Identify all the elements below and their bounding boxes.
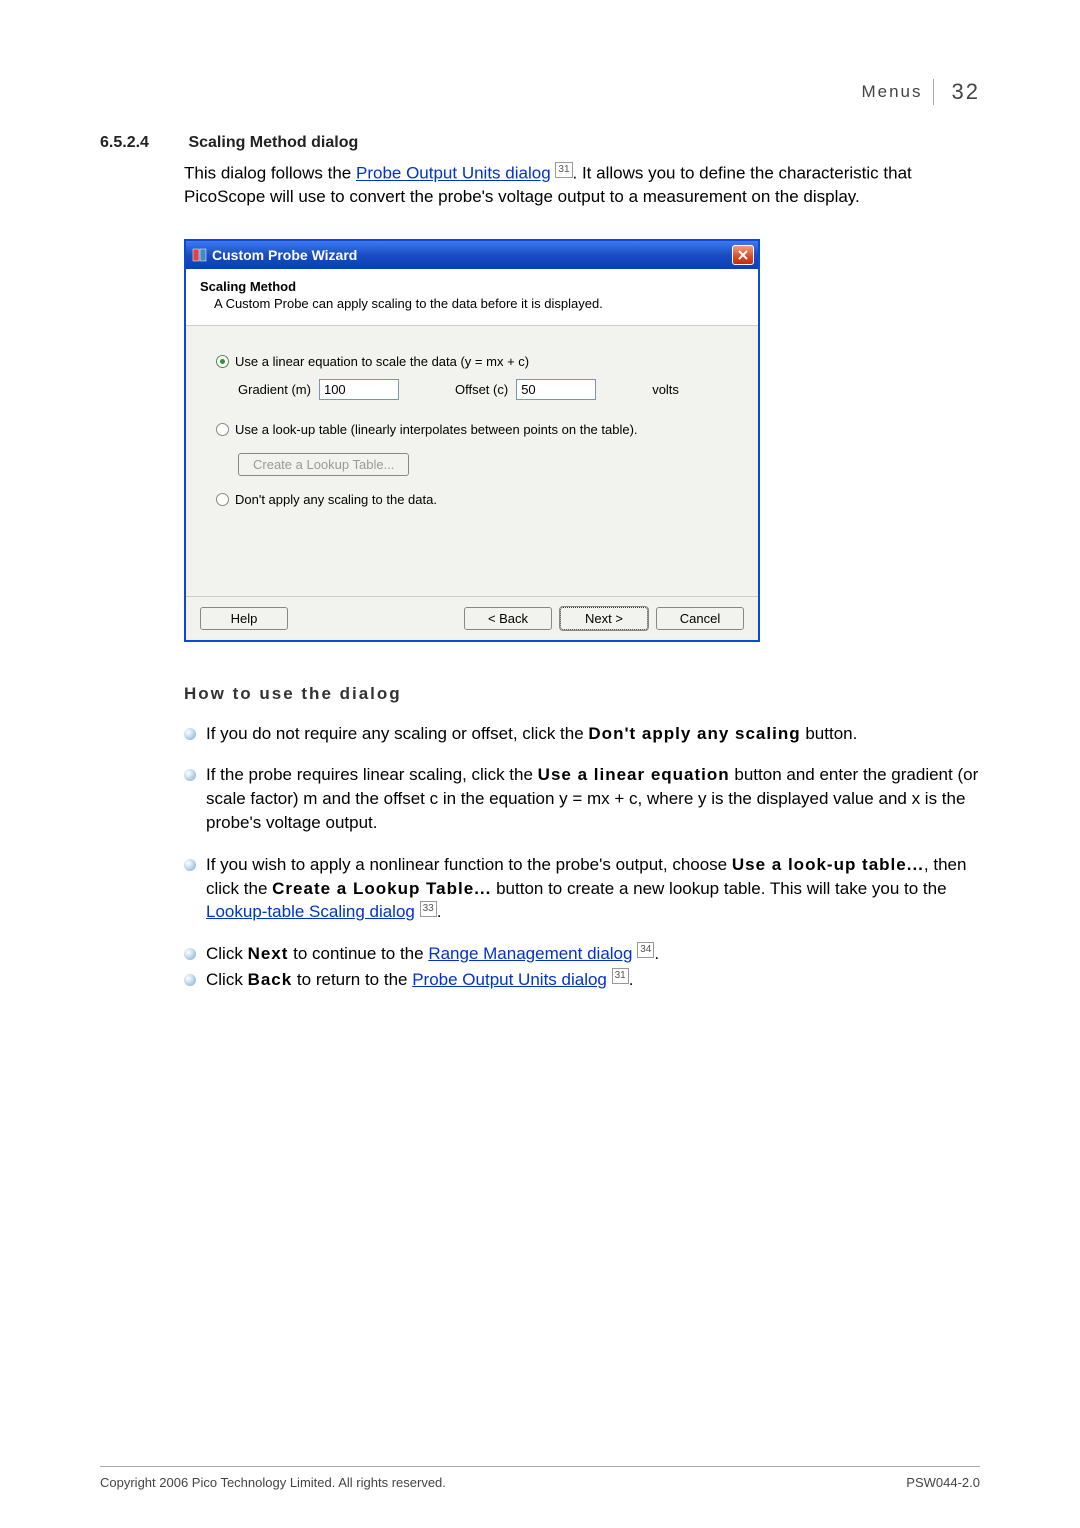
copyright: Copyright 2006 Pico Technology Limited. … <box>100 1475 446 1490</box>
bullet-icon <box>184 859 196 871</box>
dialog-body: Use a linear equation to scale the data … <box>186 326 758 596</box>
header-label: Menus <box>861 78 932 106</box>
dialog-header: Scaling Method A Custom Probe can apply … <box>186 269 758 326</box>
offset-unit: volts <box>652 382 679 397</box>
page-ref-33: 33 <box>420 901 437 917</box>
offset-input[interactable] <box>516 379 596 400</box>
dialog-app-icon <box>192 247 208 263</box>
dialog-header-subtitle: A Custom Probe can apply scaling to the … <box>200 296 744 311</box>
radio-linear-label: Use a linear equation to scale the data … <box>235 354 529 369</box>
gradient-label: Gradient (m) <box>238 382 311 397</box>
create-lookup-table-button: Create a Lookup Table... <box>238 453 409 476</box>
page-ref-31: 31 <box>555 162 572 178</box>
list-item: Click Back to return to the Probe Output… <box>184 968 980 992</box>
dialog-footer: Help < Back Next > Cancel <box>186 596 758 640</box>
doc-id: PSW044-2.0 <box>906 1475 980 1490</box>
close-button[interactable] <box>732 245 754 265</box>
close-icon <box>738 250 748 260</box>
section-title: Scaling Method dialog <box>188 134 358 152</box>
list-item: Click Next to continue to the Range Mana… <box>184 942 980 966</box>
bullet-icon <box>184 948 196 960</box>
page-ref-31b: 31 <box>612 968 629 984</box>
list-item: If you do not require any scaling or off… <box>184 722 980 746</box>
next-button[interactable]: Next > <box>560 607 648 630</box>
list-item: If you wish to apply a nonlinear functio… <box>184 853 980 924</box>
page-ref-34: 34 <box>637 942 654 958</box>
page-footer: Copyright 2006 Pico Technology Limited. … <box>100 1466 980 1490</box>
gradient-input[interactable] <box>319 379 399 400</box>
radio-lookup-table[interactable]: Use a look-up table (linearly interpolat… <box>216 422 728 437</box>
page-number: 32 <box>933 79 980 105</box>
back-button[interactable]: < Back <box>464 607 552 630</box>
bullet-icon <box>184 769 196 781</box>
lookup-table-scaling-link[interactable]: Lookup-table Scaling dialog <box>206 902 415 921</box>
dialog-titlebar: Custom Probe Wizard <box>186 241 758 269</box>
probe-output-units-link[interactable]: Probe Output Units dialog <box>356 164 551 183</box>
range-management-link[interactable]: Range Management dialog <box>428 944 632 963</box>
custom-probe-wizard-dialog: Custom Probe Wizard Scaling Method A Cus… <box>184 239 760 642</box>
radio-checked-icon <box>216 355 229 368</box>
bullet-icon <box>184 728 196 740</box>
intro-paragraph: This dialog follows the Probe Output Uni… <box>184 162 980 209</box>
radio-no-scaling[interactable]: Don't apply any scaling to the data. <box>216 492 728 507</box>
section-number: 6.5.2.4 <box>100 134 184 152</box>
help-button[interactable]: Help <box>200 607 288 630</box>
radio-lookup-label: Use a look-up table (linearly interpolat… <box>235 422 638 437</box>
list-item: If the probe requires linear scaling, cl… <box>184 763 980 834</box>
probe-output-units-link-2[interactable]: Probe Output Units dialog <box>412 970 607 989</box>
bullet-icon <box>184 974 196 986</box>
linear-fields: Gradient (m) Offset (c) volts <box>238 379 728 400</box>
radio-none-label: Don't apply any scaling to the data. <box>235 492 437 507</box>
cancel-button[interactable]: Cancel <box>656 607 744 630</box>
offset-label: Offset (c) <box>455 382 508 397</box>
intro-text-pre: This dialog follows the <box>184 164 356 183</box>
howto-title: How to use the dialog <box>184 684 980 704</box>
dialog-header-title: Scaling Method <box>200 279 744 294</box>
howto-list: If you do not require any scaling or off… <box>184 722 980 992</box>
radio-unchecked-icon <box>216 423 229 436</box>
radio-linear-equation[interactable]: Use a linear equation to scale the data … <box>216 354 728 369</box>
radio-unchecked-icon <box>216 493 229 506</box>
dialog-title: Custom Probe Wizard <box>212 247 728 263</box>
